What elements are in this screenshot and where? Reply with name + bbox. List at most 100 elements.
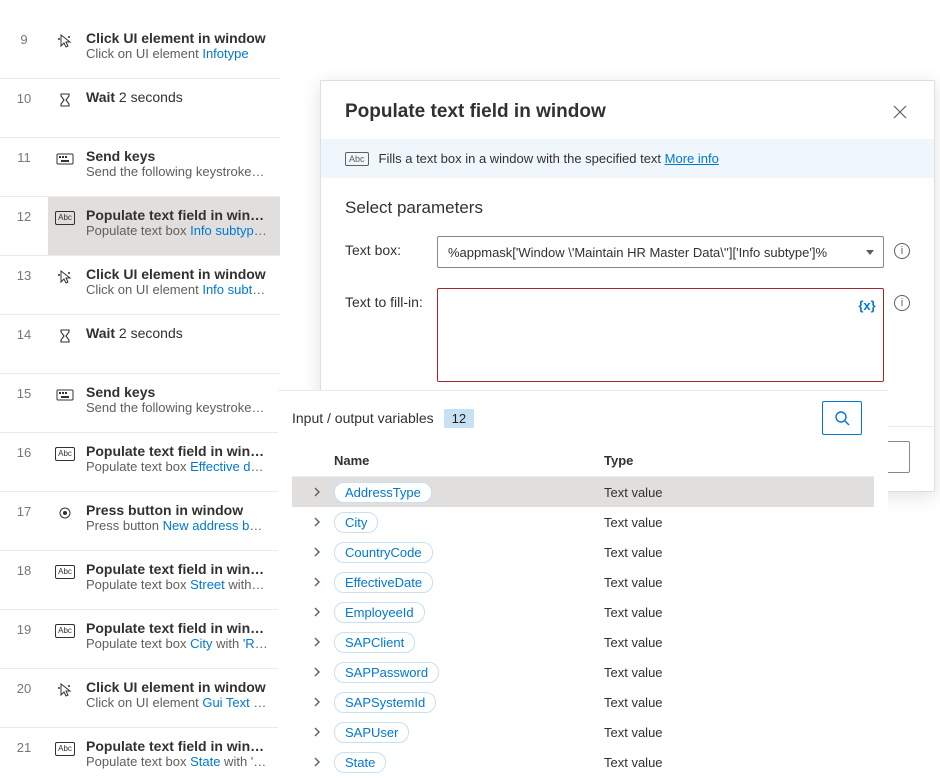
flow-step[interactable]: Send keysSend the following keystrokes: …: [48, 374, 280, 432]
step-title: Click UI element in window: [86, 266, 268, 282]
dialog-info-banner: Abc Fills a text box in a window with th…: [321, 139, 934, 178]
variable-type: Text value: [604, 575, 866, 590]
flow-step[interactable]: Press button in windowPress button New a…: [48, 492, 280, 550]
step-number: 11: [0, 138, 48, 165]
search-button[interactable]: [822, 401, 862, 435]
step-subtitle: Populate text box City with 'Redr: [86, 636, 268, 651]
step-number: 14: [0, 315, 48, 342]
variable-type: Text value: [604, 515, 866, 530]
textfield-icon: Abc: [56, 445, 74, 463]
variable-name[interactable]: SAPUser: [334, 722, 409, 743]
step-subtitle: Click on UI element Infotype: [86, 46, 266, 61]
flow-step[interactable]: Abc Populate text field in windowPopulate…: [48, 197, 280, 255]
variable-type: Text value: [604, 725, 866, 740]
flow-step[interactable]: AbcPopulate text field in windowPopulate…: [48, 551, 280, 609]
step-number: 9: [0, 20, 48, 47]
flow-step[interactable]: AbcPopulate text field in windowPopulate…: [48, 433, 280, 491]
variable-name[interactable]: SAPSystemId: [334, 692, 436, 713]
variable-name[interactable]: SAPClient: [334, 632, 415, 653]
step-number: 16: [0, 433, 48, 460]
step-title: Populate text field in window: [86, 207, 268, 223]
variables-heading: Input / output variables: [292, 410, 434, 426]
step-subtitle: Send the following keystrokes: '{Return}…: [86, 164, 268, 179]
select-parameters-heading: Select parameters: [345, 198, 910, 218]
step-title: Populate text field in window: [86, 443, 268, 459]
variable-row[interactable]: SAPSystemId Text value: [292, 687, 874, 717]
step-subtitle: Click on UI element Gui Text Field: [86, 695, 268, 710]
keys-icon: [56, 150, 74, 168]
press-icon: [56, 504, 74, 522]
variable-type: Text value: [604, 695, 866, 710]
variable-name[interactable]: AddressType: [334, 482, 432, 503]
variable-row[interactable]: SAPClient Text value: [292, 627, 874, 657]
step-title: Click UI element in window: [86, 679, 268, 695]
chevron-right-icon[interactable]: [300, 727, 334, 737]
step-number: 17: [0, 492, 48, 519]
variable-name[interactable]: City: [334, 512, 378, 533]
variable-row[interactable]: CountryCode Text value: [292, 537, 874, 567]
chevron-right-icon[interactable]: [300, 577, 334, 587]
info-icon[interactable]: i: [894, 243, 910, 259]
variable-name[interactable]: CountryCode: [334, 542, 433, 563]
chevron-right-icon[interactable]: [300, 757, 334, 767]
close-icon[interactable]: [890, 102, 910, 122]
step-title: Wait 2 seconds: [86, 89, 183, 105]
variable-row[interactable]: State Text value: [292, 747, 874, 777]
chevron-right-icon[interactable]: [300, 667, 334, 677]
variable-row[interactable]: EffectiveDate Text value: [292, 567, 874, 597]
cursor-icon: [56, 268, 74, 286]
column-header-type[interactable]: Type: [604, 453, 866, 468]
variable-picker-button[interactable]: {x}: [857, 295, 877, 315]
textbox-select[interactable]: %appmask['Window \'Maintain HR Master Da…: [437, 236, 884, 268]
flow-step[interactable]: AbcPopulate text field in windowPopulate…: [48, 728, 280, 778]
variable-name[interactable]: EffectiveDate: [334, 572, 433, 593]
variable-row[interactable]: City Text value: [292, 507, 874, 537]
flow-step[interactable]: Send keysSend the following keystrokes: …: [48, 138, 280, 196]
variable-type: Text value: [604, 755, 866, 770]
step-subtitle: Populate text box Info subtype with '2': [86, 223, 268, 238]
variables-count: 12: [444, 409, 474, 428]
variable-row[interactable]: AddressType Text value: [292, 477, 874, 507]
variable-type: Text value: [604, 635, 866, 650]
chevron-right-icon[interactable]: [300, 607, 334, 617]
column-header-name[interactable]: Name: [334, 453, 604, 468]
flow-step[interactable]: AbcPopulate text field in windowPopulate…: [48, 610, 280, 668]
keys-icon: [56, 386, 74, 404]
dialog-title: Populate text field in window: [345, 101, 606, 123]
chevron-right-icon[interactable]: [300, 547, 334, 557]
more-info-link[interactable]: More info: [665, 151, 719, 166]
textbox-value: %appmask['Window \'Maintain HR Master Da…: [448, 245, 827, 260]
flow-step[interactable]: Click UI element in windowClick on UI el…: [48, 669, 280, 727]
step-subtitle: Populate text box State with 'WA: [86, 754, 268, 769]
step-title: Populate text field in window: [86, 561, 268, 577]
textfield-icon: Abc: [56, 740, 74, 758]
step-title: Press button in window: [86, 502, 268, 518]
step-number: 21: [0, 728, 48, 755]
variable-type: Text value: [604, 545, 866, 560]
variable-row[interactable]: EmployeeIdText value: [292, 597, 874, 627]
variable-row[interactable]: SAPUser Text value: [292, 717, 874, 747]
flow-step[interactable]: Wait 2 seconds: [48, 79, 280, 137]
cursor-icon: [56, 681, 74, 699]
info-icon[interactable]: i: [894, 295, 910, 311]
flow-step[interactable]: Wait 2 seconds: [48, 315, 280, 373]
step-title: Send keys: [86, 384, 268, 400]
chevron-right-icon[interactable]: [300, 487, 334, 497]
variable-name[interactable]: State: [334, 752, 386, 773]
flow-step[interactable]: Click UI element in windowClick on UI el…: [48, 20, 280, 78]
textfield-icon: Abc: [56, 209, 74, 227]
flow-steps-list: 9Click UI element in windowClick on UI e…: [0, 0, 280, 778]
step-subtitle: Click on UI element Info subtype: [86, 282, 268, 297]
flow-step[interactable]: Click UI element in windowClick on UI el…: [48, 256, 280, 314]
text-to-fill-input[interactable]: {x}: [437, 288, 884, 382]
step-number: 20: [0, 669, 48, 696]
variable-name[interactable]: SAPPassword: [334, 662, 439, 683]
textfield-icon: Abc: [345, 152, 369, 166]
chevron-right-icon[interactable]: [300, 517, 334, 527]
variable-type: Text value: [604, 485, 866, 500]
chevron-right-icon[interactable]: [300, 637, 334, 647]
variable-name[interactable]: EmployeeId: [334, 602, 425, 623]
chevron-right-icon[interactable]: [300, 697, 334, 707]
step-number: 19: [0, 610, 48, 637]
variable-row[interactable]: SAPPasswordText value: [292, 657, 874, 687]
